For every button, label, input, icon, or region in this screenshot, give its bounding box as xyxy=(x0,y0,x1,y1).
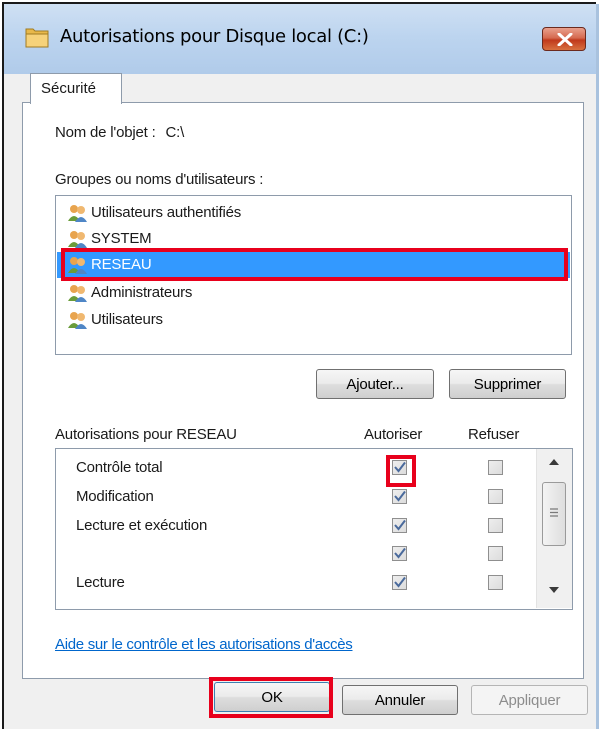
checkmark-icon xyxy=(394,519,406,531)
user-item-label: SYSTEM xyxy=(91,230,152,247)
users-group-icon xyxy=(67,283,89,303)
checkmark-icon xyxy=(394,490,406,502)
permission-row-read: Lecture xyxy=(56,570,536,596)
users-group-icon xyxy=(67,229,89,249)
apply-button[interactable]: Appliquer xyxy=(471,685,588,715)
ok-button[interactable]: OK xyxy=(214,682,330,712)
checkmark-icon xyxy=(394,576,406,588)
add-button[interactable]: Ajouter... xyxy=(316,369,434,399)
close-button[interactable] xyxy=(542,27,586,51)
users-group-icon xyxy=(67,255,89,275)
scroll-up-icon[interactable] xyxy=(549,459,559,465)
allow-checkbox[interactable] xyxy=(392,575,407,590)
users-list[interactable]: Utilisateurs authentifiés SYSTEM RESEAU … xyxy=(55,195,572,355)
user-item-label: RESEAU xyxy=(91,256,152,273)
permission-row-full-control: Contrôle total xyxy=(56,455,536,481)
deny-checkbox[interactable] xyxy=(488,518,503,533)
users-group-icon xyxy=(67,310,89,330)
folder-icon xyxy=(24,25,50,49)
object-name-value: C:\ xyxy=(165,124,185,141)
users-label: Groupes ou noms d'utilisateurs : xyxy=(55,171,264,188)
permission-name: Modification xyxy=(76,488,154,505)
deny-checkbox[interactable] xyxy=(488,575,503,590)
object-name-label: Nom de l'objet : C:\ xyxy=(55,124,184,141)
checkmark-icon xyxy=(394,461,406,473)
cancel-button[interactable]: Annuler xyxy=(342,685,458,715)
permission-name: Lecture xyxy=(76,574,125,591)
user-item-utilisateurs-authentifies[interactable]: Utilisateurs authentifiés xyxy=(57,200,570,226)
scroll-grip-icon xyxy=(550,508,558,517)
permission-row-list-folder xyxy=(56,541,536,567)
help-link[interactable]: Aide sur le contrôle et les autorisation… xyxy=(55,636,353,653)
allow-checkbox[interactable] xyxy=(392,489,407,504)
column-deny-header: Refuser xyxy=(468,426,520,443)
user-item-administrateurs[interactable]: Administrateurs xyxy=(57,280,570,306)
scroll-thumb[interactable] xyxy=(542,482,566,546)
permissions-table: Contrôle total Modification Lecture et e… xyxy=(55,448,573,610)
tab-security-label: Sécurité xyxy=(41,80,97,97)
user-item-reseau[interactable]: RESEAU xyxy=(57,252,570,278)
deny-checkbox[interactable] xyxy=(488,489,503,504)
deny-checkbox[interactable] xyxy=(488,546,503,561)
permission-name: Contrôle total xyxy=(76,459,163,476)
allow-checkbox[interactable] xyxy=(392,518,407,533)
remove-button[interactable]: Supprimer xyxy=(449,369,566,399)
permission-row-read-execute: Lecture et exécution xyxy=(56,513,536,539)
user-item-system[interactable]: SYSTEM xyxy=(57,226,570,252)
user-item-label: Utilisateurs xyxy=(91,311,163,328)
checkmark-icon xyxy=(394,547,406,559)
user-item-utilisateurs[interactable]: Utilisateurs xyxy=(57,307,570,333)
close-icon xyxy=(557,33,573,46)
permission-row-modify: Modification xyxy=(56,484,536,510)
tab-security[interactable]: Sécurité xyxy=(30,73,122,104)
column-allow-header: Autoriser xyxy=(364,426,423,443)
allow-checkbox[interactable] xyxy=(392,460,407,475)
scroll-down-icon[interactable] xyxy=(549,587,559,593)
users-group-icon xyxy=(67,203,89,223)
user-item-label: Utilisateurs authentifiés xyxy=(91,204,242,221)
object-name-caption: Nom de l'objet : xyxy=(55,124,156,141)
permission-name: Lecture et exécution xyxy=(76,517,208,534)
permissions-scrollbar[interactable] xyxy=(536,449,572,608)
user-item-label: Administrateurs xyxy=(91,284,193,301)
permissions-label: Autorisations pour RESEAU xyxy=(55,426,237,443)
window-edge xyxy=(596,4,599,729)
allow-checkbox[interactable] xyxy=(392,546,407,561)
deny-checkbox[interactable] xyxy=(488,460,503,475)
window-title: Autorisations pour Disque local (C:) xyxy=(60,26,369,47)
